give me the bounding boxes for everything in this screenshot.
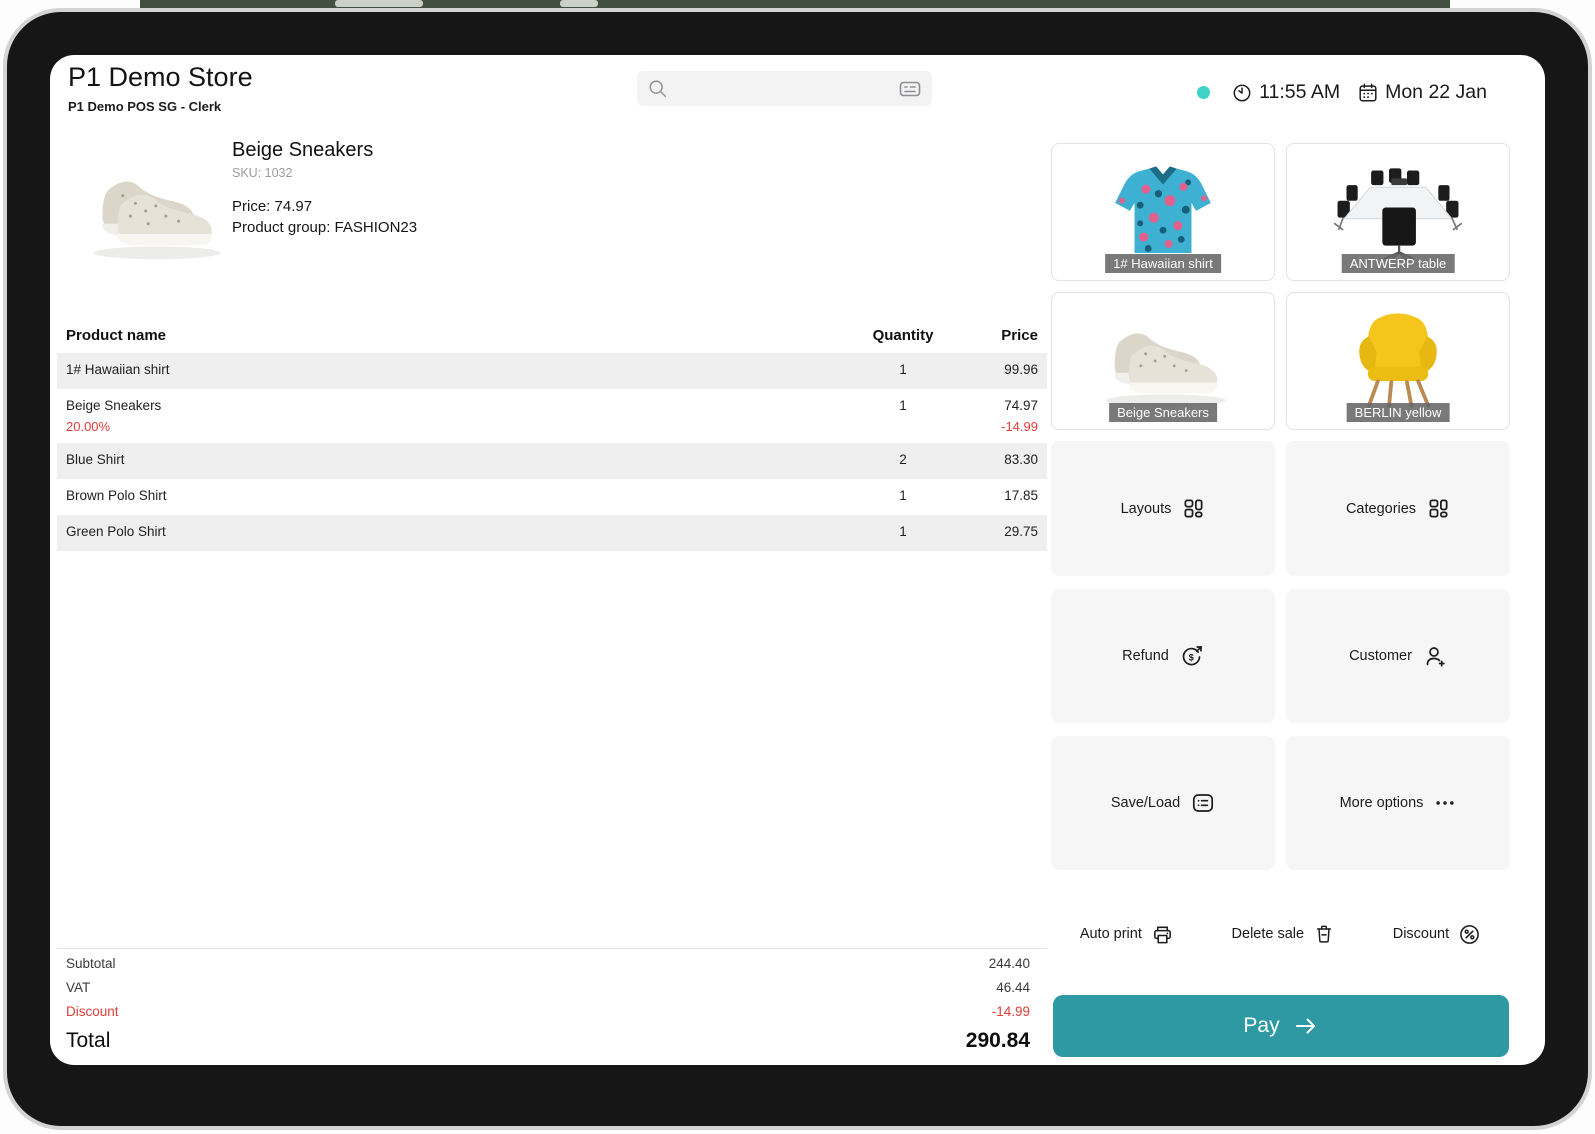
total-row: Total290.84	[66, 1029, 1030, 1053]
quick-actions-row: Auto print Delete sale Discount	[1051, 917, 1510, 951]
cart-row[interactable]: Green Polo Shirt 1 29.75	[57, 515, 1047, 551]
hawaiian-shirt-image	[1104, 155, 1222, 269]
refund-button[interactable]: Refund $	[1051, 589, 1275, 723]
product-tile-berlin-yellow[interactable]: BERLIN yellow	[1286, 292, 1510, 430]
time-text: 11:55 AM	[1259, 81, 1340, 104]
product-sku: SKU: 1032	[232, 166, 417, 180]
arrow-right-icon	[1293, 1015, 1319, 1037]
tablet-side-button	[335, 0, 423, 7]
search-icon	[647, 78, 669, 100]
tile-label: Beige Sneakers	[1109, 403, 1217, 422]
save-load-list-icon	[1191, 791, 1215, 815]
cart-table: Product name Quantity Price 1# Hawaiian …	[57, 317, 1047, 551]
layouts-button[interactable]: Layouts	[1051, 441, 1275, 576]
register-info: P1 Demo POS SG - Clerk	[68, 99, 221, 114]
pay-button[interactable]: Pay	[1053, 995, 1509, 1057]
clock-icon	[1231, 82, 1253, 104]
layout-grid-icon	[1182, 497, 1205, 520]
connection-status-dot	[1197, 86, 1210, 99]
pos-app-screen: P1 Demo Store P1 Demo POS SG - Clerk 11:…	[50, 55, 1545, 1065]
cart-item-discount: 20.00%	[66, 419, 848, 436]
ellipsis-icon	[1434, 792, 1456, 814]
auto-print-button[interactable]: Auto print	[1080, 923, 1174, 946]
discount-button[interactable]: Discount	[1393, 923, 1481, 946]
cart-item-price: 74.97	[958, 397, 1038, 415]
vat-row: VAT46.44	[66, 980, 1030, 995]
search-bar[interactable]	[637, 71, 932, 106]
cart-row[interactable]: Beige Sneakers 20.00% 1 74.97 -14.99	[57, 389, 1047, 443]
totals-section: Subtotal244.40 VAT46.44 Discount-14.99 T…	[66, 956, 1030, 1053]
date-text: Mon 22 Jan	[1385, 81, 1487, 104]
product-tile-hawaiian-shirt[interactable]: 1# Hawaiian shirt	[1051, 143, 1275, 281]
product-tile-beige-sneakers[interactable]: Beige Sneakers	[1051, 292, 1275, 430]
panel-buttons-grid: Layouts Categories Refund $	[1051, 441, 1510, 870]
cart-item-discount-amount: -14.99	[958, 419, 1038, 436]
svg-text:$: $	[1189, 652, 1194, 662]
search-input[interactable]	[677, 80, 890, 97]
tile-label: 1# Hawaiian shirt	[1105, 254, 1221, 273]
cart-item-name: Beige Sneakers	[66, 397, 848, 415]
refund-dollar-icon: $	[1180, 644, 1204, 668]
product-group: Product group: FASHION23	[232, 219, 417, 236]
cart-row[interactable]: Brown Polo Shirt 1 17.85	[57, 479, 1047, 515]
tile-label: BERLIN yellow	[1347, 403, 1450, 422]
printer-icon	[1151, 923, 1174, 946]
keyboard-icon[interactable]	[898, 77, 922, 101]
tablet-device: P1 Demo Store P1 Demo POS SG - Clerk 11:…	[0, 0, 1595, 1134]
conference-table-image	[1318, 156, 1478, 268]
column-product-name: Product name	[66, 327, 848, 344]
cart-row[interactable]: 1# Hawaiian shirt 1 99.96	[57, 353, 1047, 389]
favorite-products-grid: 1# Hawaiian shirt	[1051, 143, 1510, 430]
percent-circle-icon	[1458, 923, 1481, 946]
categories-grid-icon	[1427, 497, 1450, 520]
selected-product-info: Beige Sneakers SKU: 1032 Price: 74.97 Pr…	[232, 139, 417, 236]
column-price: Price	[958, 327, 1038, 344]
trash-icon	[1313, 923, 1335, 945]
selected-product-image	[72, 155, 237, 267]
totals-divider	[57, 948, 1047, 949]
calendar-icon	[1357, 82, 1379, 104]
column-quantity: Quantity	[848, 327, 958, 344]
date: Mon 22 Jan	[1357, 81, 1487, 104]
status-area: 11:55 AM Mon 22 Jan	[1197, 81, 1487, 104]
categories-button[interactable]: Categories	[1286, 441, 1510, 576]
subtotal-row: Subtotal244.40	[66, 956, 1030, 971]
product-tile-antwerp-table[interactable]: ANTWERP table	[1286, 143, 1510, 281]
yellow-chair-image	[1342, 303, 1454, 419]
store-name: P1 Demo Store	[68, 62, 253, 93]
delete-sale-button[interactable]: Delete sale	[1232, 923, 1336, 945]
cart-table-header: Product name Quantity Price	[57, 317, 1047, 353]
discount-row: Discount-14.99	[66, 1004, 1030, 1019]
product-price: Price: 74.97	[232, 198, 417, 215]
more-options-button[interactable]: More options	[1286, 736, 1510, 870]
customer-button[interactable]: Customer	[1286, 589, 1510, 723]
tablet-side-button	[560, 0, 598, 7]
beige-sneakers-image	[1086, 313, 1241, 409]
save-load-button[interactable]: Save/Load	[1051, 736, 1275, 870]
add-customer-icon	[1423, 644, 1447, 668]
cart-row[interactable]: Blue Shirt 2 83.30	[57, 443, 1047, 479]
product-name: Beige Sneakers	[232, 139, 417, 162]
clock: 11:55 AM	[1231, 81, 1340, 104]
tile-label: ANTWERP table	[1342, 254, 1455, 273]
